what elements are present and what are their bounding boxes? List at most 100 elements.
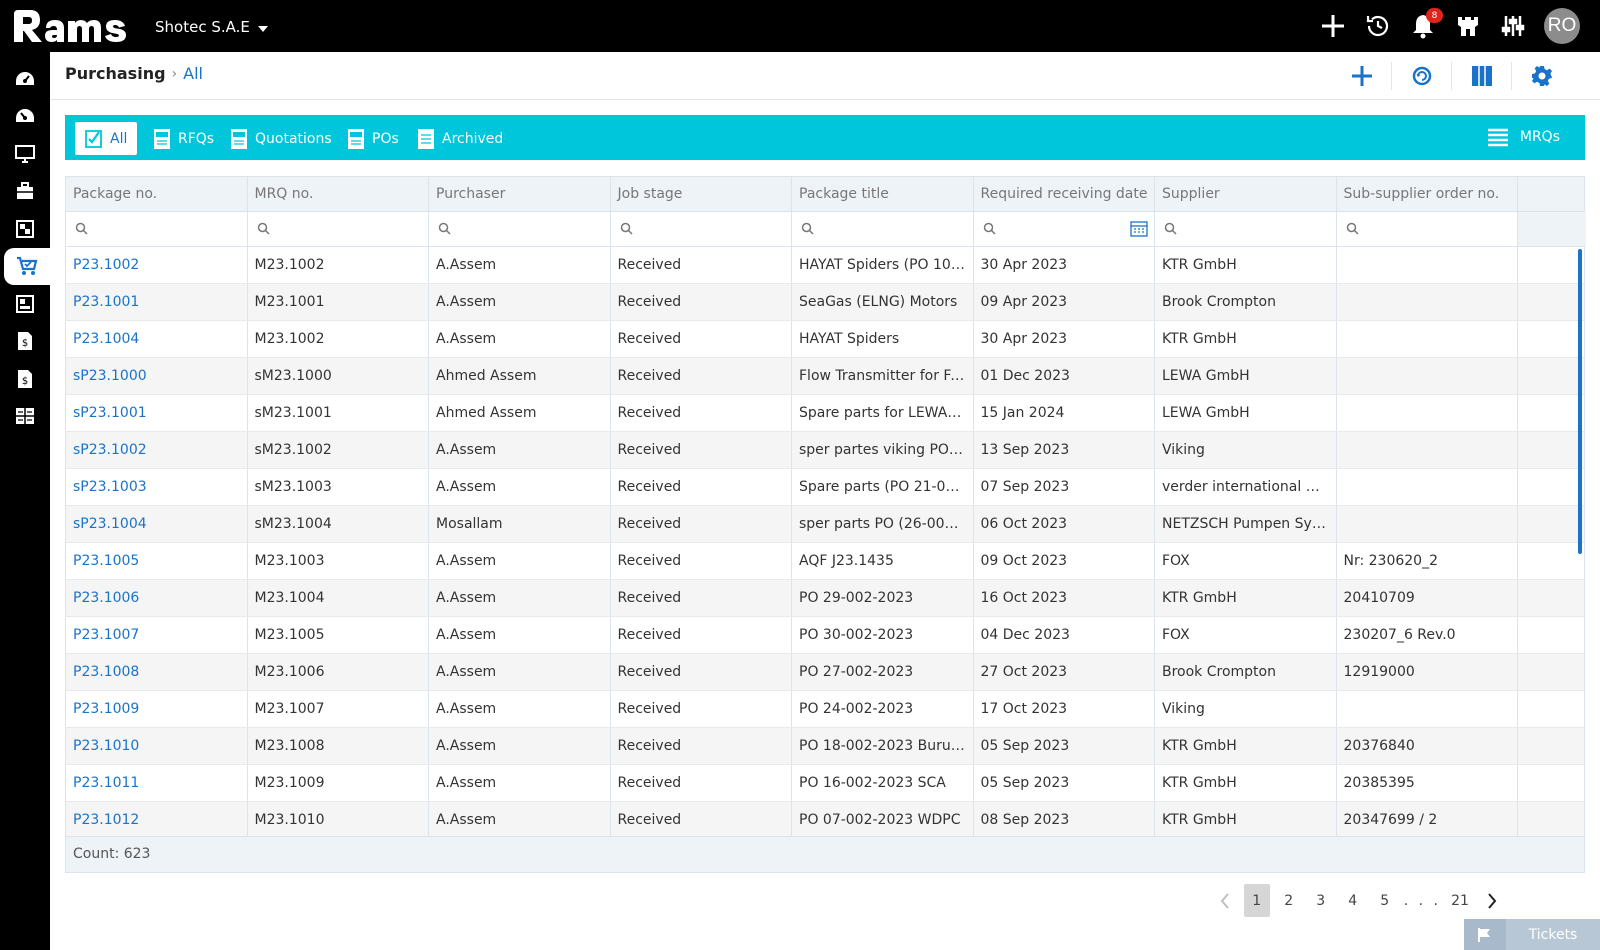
sidebar-item-purchasing[interactable]	[4, 247, 50, 285]
table-row[interactable]: sP23.1003 sM23.1003 A.Assem Received Spare p…	[66, 469, 1584, 506]
table-cell: M23.1004	[248, 580, 429, 616]
package-link[interactable]: P23.1010	[66, 728, 248, 764]
page-button[interactable]: 3	[1308, 884, 1334, 917]
column-filter-input[interactable]	[429, 212, 611, 247]
package-link[interactable]: P23.1008	[66, 654, 248, 690]
row-spacer	[1518, 728, 1584, 764]
table-row[interactable]: P23.1005 M23.1003 A.Assem Received AQF J23.1…	[66, 543, 1584, 580]
column-filter-input[interactable]	[66, 212, 248, 247]
package-link[interactable]: P23.1002	[66, 247, 248, 283]
sliders-icon[interactable]	[1499, 12, 1527, 40]
column-header[interactable]: Package title	[792, 177, 974, 211]
table-row[interactable]: P23.1010 M23.1008 A.Assem Received PO 18-002…	[66, 728, 1584, 765]
page-button-last[interactable]: 21	[1447, 884, 1473, 917]
package-link[interactable]: P23.1004	[66, 321, 248, 357]
package-link[interactable]: sP23.1004	[66, 506, 248, 542]
sidebar-item-inventory[interactable]	[0, 285, 50, 323]
page-button[interactable]: 5	[1372, 884, 1398, 917]
calendar-icon[interactable]	[1130, 220, 1148, 241]
add-package-button[interactable]	[1332, 62, 1392, 90]
table-cell: Received	[611, 432, 792, 468]
table-cell: AQF J23.1435	[792, 543, 974, 579]
tab-label: Quotations	[255, 130, 332, 147]
table-row[interactable]: sP23.1000 sM23.1000 Ahmed Assem Received Flo…	[66, 358, 1584, 395]
sidebar-item-dashboard-2[interactable]	[0, 98, 50, 136]
package-link[interactable]: sP23.1000	[66, 358, 248, 394]
bell-icon[interactable]: 8	[1409, 8, 1443, 40]
breadcrumb-current[interactable]: All	[183, 64, 203, 83]
table-row[interactable]: sP23.1002 sM23.1002 A.Assem Received sper pa…	[66, 432, 1584, 469]
scrollbar-thumb[interactable]	[1578, 249, 1582, 554]
package-link[interactable]: P23.1011	[66, 765, 248, 801]
tab-rfqs[interactable]: RFQs	[143, 122, 224, 155]
table-row[interactable]: sP23.1004 sM23.1004 Mosallam Received sper p…	[66, 506, 1584, 543]
company-selector[interactable]: Shotec S.A.E	[155, 18, 268, 36]
page-button[interactable]: 2	[1276, 884, 1302, 917]
package-link[interactable]: sP23.1002	[66, 432, 248, 468]
table-row[interactable]: P23.1007 M23.1005 A.Assem Received PO 30-002…	[66, 617, 1584, 654]
avatar[interactable]: RO	[1544, 8, 1580, 44]
refresh-button[interactable]	[1392, 62, 1452, 90]
column-header[interactable]: Sub-supplier order no.	[1337, 177, 1518, 211]
column-header[interactable]: Required receiving date	[974, 177, 1155, 211]
table-row[interactable]: P23.1009 M23.1007 A.Assem Received PO 24-002…	[66, 691, 1584, 728]
table-row[interactable]: P23.1004 M23.1002 A.Assem Received HAYAT Spi…	[66, 321, 1584, 358]
castle-icon[interactable]	[1454, 12, 1482, 40]
package-link[interactable]: sP23.1003	[66, 469, 248, 505]
column-filter-input[interactable]	[792, 212, 974, 247]
sidebar-item-invoices-2[interactable]: $	[0, 360, 50, 398]
column-header[interactable]: Package no.	[66, 177, 248, 211]
column-header[interactable]: MRQ no.	[248, 177, 429, 211]
sidebar-item-invoices[interactable]: $	[0, 323, 50, 361]
column-header[interactable]: Job stage	[611, 177, 792, 211]
table-row[interactable]: P23.1006 M23.1004 A.Assem Received PO 29-002…	[66, 580, 1584, 617]
breadcrumb-root[interactable]: Purchasing	[65, 64, 166, 83]
tab-all[interactable]: All	[75, 122, 138, 155]
sidebar-item-reports[interactable]	[0, 398, 50, 436]
settings-button[interactable]	[1512, 62, 1572, 90]
table-row[interactable]: P23.1012 M23.1010 A.Assem Received PO 07-002…	[66, 802, 1584, 836]
column-filter-input[interactable]	[611, 212, 792, 247]
rams-logo[interactable]	[10, 6, 130, 46]
add-icon	[1351, 66, 1372, 86]
column-filter-input[interactable]	[974, 212, 1155, 247]
table-cell: M23.1005	[248, 617, 429, 653]
column-header[interactable]: Purchaser	[429, 177, 611, 211]
column-filter-input[interactable]	[248, 212, 429, 247]
column-filter-input[interactable]	[1155, 212, 1337, 247]
mrqs-toggle[interactable]: MRQs	[1487, 127, 1560, 147]
package-link[interactable]: sP23.1001	[66, 395, 248, 431]
package-link[interactable]: P23.1005	[66, 543, 248, 579]
sidebar-item-projects[interactable]	[0, 173, 50, 211]
tab-archived[interactable]: Archived	[407, 122, 513, 155]
table-row[interactable]: P23.1001 M23.1001 A.Assem Received SeaGas (E…	[66, 284, 1584, 321]
tickets-button[interactable]: Tickets	[1464, 919, 1600, 950]
table-row[interactable]: P23.1008 M23.1006 A.Assem Received PO 27-002…	[66, 654, 1584, 691]
table-row[interactable]: P23.1011 M23.1009 A.Assem Received PO 16-002…	[66, 765, 1584, 802]
package-link[interactable]: P23.1006	[66, 580, 248, 616]
sidebar-item-components[interactable]	[0, 210, 50, 248]
history-icon[interactable]	[1364, 12, 1392, 40]
package-link[interactable]: P23.1012	[66, 802, 248, 836]
table-cell: M23.1001	[248, 284, 429, 320]
tab-pos[interactable]: POs	[337, 122, 409, 155]
package-link[interactable]: P23.1001	[66, 284, 248, 320]
search-icon	[1164, 220, 1177, 239]
page-button[interactable]: 4	[1340, 884, 1366, 917]
sidebar-item-monitor[interactable]	[0, 135, 50, 173]
table-row[interactable]: sP23.1001 sM23.1001 Ahmed Assem Received Spa…	[66, 395, 1584, 432]
table-count: Count: 623	[66, 836, 1584, 872]
tab-quotations[interactable]: Quotations	[220, 122, 342, 155]
add-icon[interactable]	[1319, 12, 1347, 40]
package-link[interactable]: P23.1007	[66, 617, 248, 653]
previous-page-button[interactable]	[1212, 884, 1238, 917]
next-page-button[interactable]	[1479, 884, 1505, 917]
sidebar-item-dashboard[interactable]	[0, 60, 50, 98]
table-row[interactable]: P23.1002 M23.1002 A.Assem Received HAYAT Spi…	[66, 247, 1584, 284]
columns-button[interactable]	[1452, 62, 1512, 90]
column-header[interactable]: Supplier	[1155, 177, 1337, 211]
column-filter-input[interactable]	[1337, 212, 1518, 247]
row-spacer	[1518, 691, 1584, 727]
page-button[interactable]: 1	[1243, 884, 1270, 917]
package-link[interactable]: P23.1009	[66, 691, 248, 727]
